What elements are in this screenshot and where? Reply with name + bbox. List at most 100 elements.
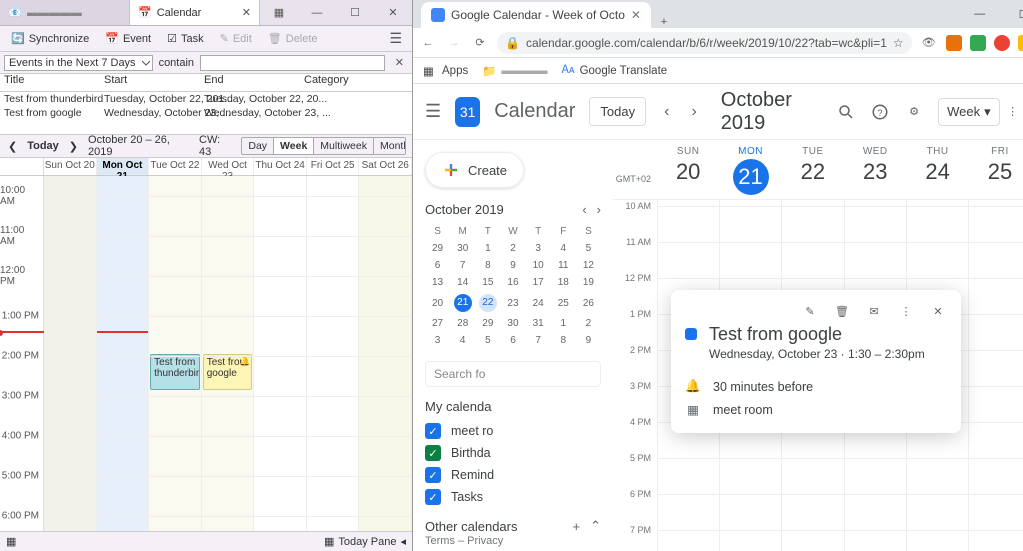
day-column-fri[interactable] (307, 176, 360, 531)
eye-icon[interactable]: 👁 (920, 36, 938, 49)
minical-day[interactable]: 6 (425, 257, 450, 274)
calendar-toggle[interactable]: ✓Tasks (425, 486, 601, 508)
minical-day[interactable]: 29 (425, 240, 450, 257)
minical-day[interactable]: 7 (450, 257, 475, 274)
minical-day[interactable]: 30 (500, 315, 525, 332)
minical-day[interactable]: 3 (425, 332, 450, 349)
minical-day[interactable]: 9 (576, 332, 601, 349)
back-button[interactable]: ← (419, 37, 437, 49)
day-header-today[interactable]: Mon Oct 21 (97, 158, 150, 175)
today-button[interactable]: Today (589, 97, 646, 126)
gcal-day-header[interactable]: THU24 (906, 140, 968, 199)
address-bar[interactable]: 🔒 calendar.google.com/calendar/b/6/r/wee… (497, 32, 912, 54)
col-title[interactable]: Title (4, 74, 104, 91)
close-tab-icon[interactable]: ✕ (631, 8, 641, 22)
col-start[interactable]: Start (104, 74, 204, 91)
filter-range-select[interactable]: Events in the Next 7 Days (4, 55, 153, 71)
minical-prev[interactable]: ‹ (582, 202, 586, 217)
minical-next[interactable]: › (597, 202, 601, 217)
edit-icon[interactable]: ✎ (801, 302, 819, 320)
day-column-sat[interactable] (359, 176, 412, 531)
gcal-day-header[interactable]: MON21 (719, 140, 781, 199)
mail-icon[interactable]: ✉ (865, 302, 883, 320)
more-icon[interactable]: ⋮ (897, 302, 915, 320)
forward-button[interactable]: → (445, 37, 463, 49)
day-column-wed[interactable]: 🔔 Test from google (202, 176, 255, 531)
col-category[interactable]: Category (304, 74, 408, 91)
day-column-mon[interactable] (97, 176, 150, 531)
minimize-button[interactable]: — (298, 0, 336, 25)
star-icon[interactable]: ☆ (893, 36, 904, 50)
synchronize-button[interactable]: 🔄 Synchronize (4, 29, 96, 48)
create-button[interactable]: Create (425, 152, 524, 188)
minical-day[interactable]: 25 (551, 291, 576, 315)
tab-calendar[interactable]: 📅 Calendar ✕ (130, 0, 260, 25)
reload-button[interactable]: ⟳ (471, 36, 489, 49)
minical-day[interactable]: 9 (500, 257, 525, 274)
minical-day[interactable]: 7 (526, 332, 551, 349)
help-icon[interactable]: ? (870, 102, 890, 122)
settings-icon[interactable]: ⚙ (904, 102, 924, 122)
day-column-tue[interactable]: Test from thunderbird (149, 176, 202, 531)
delete-button[interactable]: 🗑 Delete (261, 29, 325, 48)
search-icon[interactable] (836, 102, 856, 122)
today-button[interactable]: Today (27, 140, 59, 152)
collapse-icon[interactable]: ⌃ (590, 518, 601, 534)
menu-icon[interactable]: ☰ (383, 28, 408, 49)
week-grid[interactable]: 10:00 AM11:00 AM12:00 PM1:00 PM2:00 PM3:… (0, 176, 412, 531)
calendar-toggle[interactable]: ✓meet ro (425, 420, 601, 442)
edit-button[interactable]: ✎ Edit (213, 29, 259, 48)
filter-search-input[interactable] (200, 55, 385, 71)
delete-icon[interactable]: 🗑 (833, 302, 851, 320)
day-header[interactable]: Tue Oct 22 (149, 158, 202, 175)
minical-day[interactable]: 13 (425, 274, 450, 291)
minical-day[interactable]: 29 (475, 315, 500, 332)
minical-day[interactable]: 8 (551, 332, 576, 349)
chrome-tab[interactable]: Google Calendar - Week of Octo ✕ (421, 2, 651, 28)
minical-day[interactable]: 4 (551, 240, 576, 257)
maximize-button[interactable]: ☐ (1002, 0, 1023, 28)
today-pane-toggle[interactable]: ▦ Today Pane ◂ (324, 535, 406, 548)
minical-day[interactable]: 5 (475, 332, 500, 349)
minical-day[interactable]: 1 (551, 315, 576, 332)
next-period-button[interactable]: ❯ (67, 140, 80, 153)
bookmark-apps[interactable]: ▦ Apps (423, 64, 468, 78)
minical-day[interactable]: 27 (425, 315, 450, 332)
minical-day[interactable]: 4 (450, 332, 475, 349)
event-list-row[interactable]: Test from thunderbird Tuesday, October 2… (0, 92, 412, 106)
gcal-day-header[interactable]: WED23 (844, 140, 906, 199)
event-list-row[interactable]: Test from google Wednesday, October 23, … (0, 106, 412, 120)
day-header[interactable]: Wed Oct 23 (202, 158, 255, 175)
gcal-day-header[interactable]: FRI25 (969, 140, 1023, 199)
footer-links[interactable]: Terms – Privacy (425, 535, 503, 547)
day-header[interactable]: Sat Oct 26 (359, 158, 412, 175)
prev-period-button[interactable]: ❮ (6, 140, 19, 153)
view-month[interactable]: Month (373, 138, 406, 154)
minical-day[interactable]: 21 (450, 291, 475, 315)
minical-day[interactable]: 3 (526, 240, 551, 257)
calendar-toggle[interactable]: ✓Remind (425, 464, 601, 486)
minical-day[interactable]: 18 (551, 274, 576, 291)
day-header[interactable]: Fri Oct 25 (307, 158, 360, 175)
view-select[interactable]: Week ▾ (938, 98, 1000, 126)
minical-day[interactable]: 2 (576, 315, 601, 332)
minical-day[interactable]: 23 (500, 291, 525, 315)
event-tb[interactable]: Test from thunderbird (150, 354, 200, 390)
minical-day[interactable]: 24 (526, 291, 551, 315)
calendar-toggle[interactable]: ✓Birthda (425, 442, 601, 464)
close-button[interactable]: ✕ (374, 0, 412, 25)
minical-day[interactable]: 26 (576, 291, 601, 315)
close-popup-icon[interactable]: ✕ (929, 302, 947, 320)
minical-day[interactable]: 15 (475, 274, 500, 291)
new-event-button[interactable]: 📅 Event (98, 29, 158, 48)
minical-day[interactable]: 19 (576, 274, 601, 291)
col-end[interactable]: End (204, 74, 304, 91)
gcal-logo[interactable]: 31 (455, 97, 480, 127)
gcal-day-header[interactable]: TUE22 (782, 140, 844, 199)
minical-day[interactable]: 31 (526, 315, 551, 332)
minical-day[interactable]: 20 (425, 291, 450, 315)
event-google[interactable]: 🔔 Test from google (203, 354, 253, 390)
day-header[interactable]: Sun Oct 20 (44, 158, 97, 175)
minical-day[interactable]: 2 (500, 240, 525, 257)
maximize-button[interactable]: ☐ (336, 0, 374, 25)
